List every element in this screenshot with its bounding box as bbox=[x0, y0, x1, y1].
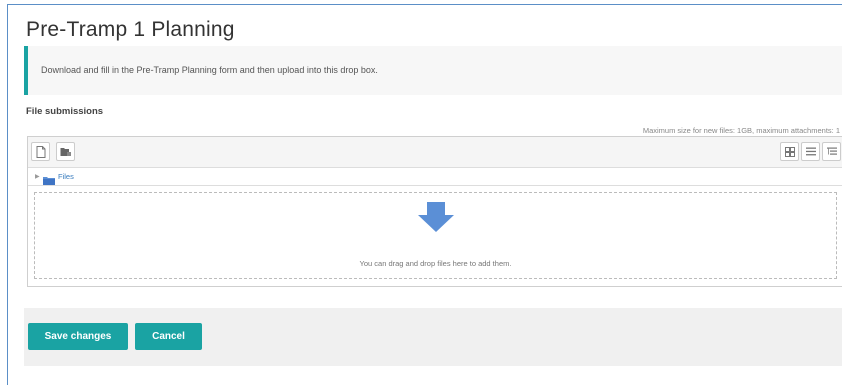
add-file-button[interactable] bbox=[31, 142, 50, 161]
grid-view-icon bbox=[784, 146, 795, 157]
page-title: Pre-Tramp 1 Planning bbox=[26, 18, 235, 41]
max-size-note: Maximum size for new files: 1GB, maximum… bbox=[642, 126, 840, 135]
folder-icon bbox=[43, 172, 55, 190]
file-manager: ▶ Files You can drag and drop files here… bbox=[27, 136, 842, 287]
file-submissions-label: File submissions bbox=[26, 106, 104, 117]
window-frame-left bbox=[7, 4, 8, 385]
view-icons-button[interactable] bbox=[780, 142, 799, 161]
save-changes-button[interactable]: Save changes bbox=[28, 323, 128, 350]
tree-view-icon bbox=[826, 147, 837, 157]
window-frame-top bbox=[7, 4, 842, 5]
intro-text: Download and fill in the Pre-Tramp Plann… bbox=[41, 65, 378, 75]
expand-arrow-icon[interactable]: ▶ bbox=[35, 173, 40, 180]
create-folder-button[interactable] bbox=[56, 142, 75, 161]
drop-zone[interactable]: You can drag and drop files here to add … bbox=[34, 192, 837, 279]
intro-box: Download and fill in the Pre-Tramp Plann… bbox=[24, 46, 842, 95]
file-manager-toolbar bbox=[28, 137, 842, 168]
list-view-icon bbox=[805, 147, 816, 156]
create-folder-icon bbox=[60, 147, 71, 157]
breadcrumb-files-link[interactable]: Files bbox=[58, 172, 74, 181]
cancel-button[interactable]: Cancel bbox=[135, 323, 202, 350]
drop-zone-text: You can drag and drop files here to add … bbox=[359, 259, 512, 268]
form-actions: Save changes Cancel bbox=[24, 308, 842, 366]
breadcrumb: ▶ Files bbox=[28, 168, 842, 186]
add-file-icon bbox=[36, 145, 46, 158]
view-tree-button[interactable] bbox=[822, 142, 841, 161]
view-list-button[interactable] bbox=[801, 142, 820, 161]
down-arrow-icon bbox=[418, 202, 454, 237]
